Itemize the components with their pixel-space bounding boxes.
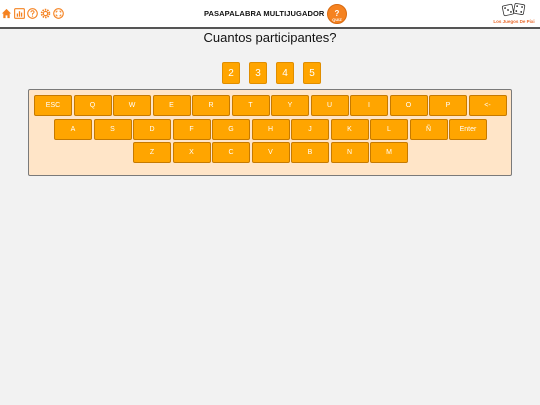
quiz-logo: ? QUIZ — [327, 4, 347, 24]
keyboard-row-2: A S D F G H J K L Ñ Enter — [54, 119, 487, 140]
key-c[interactable]: C — [212, 142, 250, 163]
key-enter[interactable]: Enter — [449, 119, 487, 140]
settings-icon[interactable] — [40, 8, 51, 19]
home-icon[interactable] — [1, 8, 12, 19]
key-backspace[interactable]: <- — [468, 95, 507, 116]
help-icon[interactable] — [27, 8, 38, 19]
key-w[interactable]: W — [113, 95, 151, 116]
key-n[interactable]: N — [330, 142, 369, 163]
participant-options: 2 3 4 5 — [222, 62, 321, 84]
key-a[interactable]: A — [54, 119, 92, 140]
key-y[interactable]: Y — [271, 95, 309, 116]
key-m[interactable]: M — [370, 142, 408, 163]
key-h[interactable]: H — [251, 119, 290, 140]
fullscreen-icon[interactable] — [53, 8, 64, 19]
app-title: PASAPALABRA MULTIJUGADOR — [204, 9, 325, 18]
key-j[interactable]: J — [291, 119, 329, 140]
key-k[interactable]: K — [330, 119, 369, 140]
option-5-button[interactable]: 5 — [303, 62, 321, 84]
key-o[interactable]: O — [389, 95, 428, 116]
option-3-button[interactable]: 3 — [249, 62, 267, 84]
key-r[interactable]: R — [192, 95, 230, 116]
option-2-button[interactable]: 2 — [222, 62, 240, 84]
key-q[interactable]: Q — [73, 95, 112, 116]
key-b[interactable]: B — [291, 142, 329, 163]
key-z[interactable]: Z — [133, 142, 171, 163]
top-bar: PASAPALABRA MULTIJUGADOR ? QUIZ Los Jueg… — [0, 0, 540, 29]
key-i[interactable]: I — [350, 95, 388, 116]
key-u[interactable]: U — [310, 95, 349, 116]
dice-icon — [501, 3, 526, 17]
key-enye[interactable]: Ñ — [409, 119, 448, 140]
key-esc[interactable]: ESC — [34, 95, 72, 116]
keyboard-row-1: ESC Q W E R T Y U I O P <- — [34, 95, 507, 116]
key-l[interactable]: L — [370, 119, 408, 140]
key-v[interactable]: V — [251, 142, 290, 163]
key-e[interactable]: E — [152, 95, 191, 116]
key-g[interactable]: G — [212, 119, 250, 140]
brand-logo[interactable]: Los Juegos De Pixi — [490, 2, 538, 28]
on-screen-keyboard: ESC Q W E R T Y U I O P <- A S D F G H J… — [28, 89, 512, 176]
key-x[interactable]: X — [172, 142, 211, 163]
nav-icons — [1, 8, 64, 19]
key-f[interactable]: F — [172, 119, 211, 140]
participants-question: Cuantos participantes? — [203, 30, 337, 45]
keyboard-row-3: Z X C V B N M — [133, 142, 408, 163]
key-t[interactable]: T — [231, 95, 270, 116]
key-p[interactable]: P — [429, 95, 467, 116]
option-4-button[interactable]: 4 — [276, 62, 294, 84]
key-s[interactable]: S — [93, 119, 132, 140]
logo-text: QUIZ — [332, 17, 342, 22]
brand-text: Los Juegos De Pixi — [493, 19, 535, 24]
stats-icon[interactable] — [14, 8, 25, 19]
key-d[interactable]: D — [133, 119, 171, 140]
